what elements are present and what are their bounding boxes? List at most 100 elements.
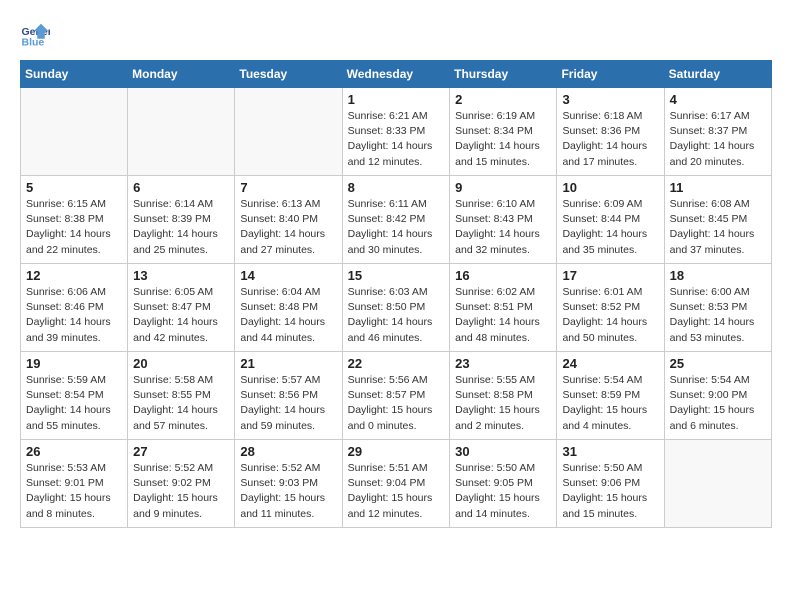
calendar-cell: 28 Sunrise: 5:52 AMSunset: 9:03 PMDayligh…	[235, 440, 342, 528]
logo-icon: General Blue	[20, 20, 50, 50]
day-number: 26	[26, 444, 122, 459]
day-info: Sunrise: 5:56 AMSunset: 8:57 PMDaylight:…	[348, 373, 445, 434]
day-number: 9	[455, 180, 551, 195]
calendar-cell: 22Sunrise: 5:56 AMSunset: 8:57 PMDayligh…	[342, 352, 450, 440]
day-number: 12	[26, 268, 122, 283]
day-number: 15	[348, 268, 445, 283]
day-number: 20	[133, 356, 229, 371]
calendar-cell: 4Sunrise: 6:17 AMSunset: 8:37 PMDaylight…	[664, 88, 771, 176]
calendar-cell: 5 Sunrise: 6:15 AMSunset: 8:38 PMDaylight…	[21, 176, 128, 264]
day-info: Sunrise: 6:03 AMSunset: 8:50 PMDaylight:…	[348, 285, 445, 346]
day-info: Sunrise: 6:05 AMSunset: 8:47 PMDaylight:…	[133, 285, 229, 346]
calendar-cell: 29 Sunrise: 5:51 AMSunset: 9:04 PMDayligh…	[342, 440, 450, 528]
day-number: 27	[133, 444, 229, 459]
day-number: 30	[455, 444, 551, 459]
week-row-2: 5 Sunrise: 6:15 AMSunset: 8:38 PMDaylight…	[21, 176, 772, 264]
calendar-cell: 18 Sunrise: 6:00 AMSunset: 8:53 PMDayligh…	[664, 264, 771, 352]
day-number: 21	[240, 356, 336, 371]
day-info: Sunrise: 6:02 AMSunset: 8:51 PMDaylight:…	[455, 285, 551, 346]
day-info: Sunrise: 6:10 AMSunset: 8:43 PMDaylight:…	[455, 197, 551, 258]
day-number: 7	[240, 180, 336, 195]
day-info: Sunrise: 5:53 AMSunset: 9:01 PMDaylight:…	[26, 461, 122, 522]
day-header-monday: Monday	[128, 61, 235, 88]
day-number: 14	[240, 268, 336, 283]
calendar-cell: 23 Sunrise: 5:55 AMSunset: 8:58 PMDayligh…	[450, 352, 557, 440]
day-number: 16	[455, 268, 551, 283]
calendar-cell: 10Sunrise: 6:09 AMSunset: 8:44 PMDayligh…	[557, 176, 664, 264]
day-info: Sunrise: 6:14 AMSunset: 8:39 PMDaylight:…	[133, 197, 229, 258]
calendar-cell: 9 Sunrise: 6:10 AMSunset: 8:43 PMDaylight…	[450, 176, 557, 264]
day-number: 29	[348, 444, 445, 459]
day-header-wednesday: Wednesday	[342, 61, 450, 88]
day-number: 31	[562, 444, 658, 459]
calendar-cell: 1 Sunrise: 6:21 AMSunset: 8:33 PMDaylight…	[342, 88, 450, 176]
header: General Blue	[20, 20, 772, 50]
day-number: 24	[562, 356, 658, 371]
day-number: 1	[348, 92, 445, 107]
day-number: 6	[133, 180, 229, 195]
day-info: Sunrise: 6:09 AMSunset: 8:44 PMDaylight:…	[562, 197, 658, 258]
calendar-cell: 17 Sunrise: 6:01 AMSunset: 8:52 PMDayligh…	[557, 264, 664, 352]
day-number: 3	[562, 92, 658, 107]
day-info: Sunrise: 6:15 AMSunset: 8:38 PMDaylight:…	[26, 197, 122, 258]
day-info: Sunrise: 6:18 AMSunset: 8:36 PMDaylight:…	[562, 109, 658, 170]
day-header-saturday: Saturday	[664, 61, 771, 88]
calendar: SundayMondayTuesdayWednesdayThursdayFrid…	[20, 60, 772, 528]
calendar-cell: 31Sunrise: 5:50 AMSunset: 9:06 PMDayligh…	[557, 440, 664, 528]
day-info: Sunrise: 5:52 AMSunset: 9:02 PMDaylight:…	[133, 461, 229, 522]
calendar-cell: 21 Sunrise: 5:57 AMSunset: 8:56 PMDayligh…	[235, 352, 342, 440]
calendar-cell: 30Sunrise: 5:50 AMSunset: 9:05 PMDayligh…	[450, 440, 557, 528]
day-header-friday: Friday	[557, 61, 664, 88]
calendar-cell	[21, 88, 128, 176]
day-number: 17	[562, 268, 658, 283]
calendar-cell: 24Sunrise: 5:54 AMSunset: 8:59 PMDayligh…	[557, 352, 664, 440]
calendar-cell: 25Sunrise: 5:54 AMSunset: 9:00 PMDayligh…	[664, 352, 771, 440]
day-info: Sunrise: 6:08 AMSunset: 8:45 PMDaylight:…	[670, 197, 766, 258]
calendar-cell: 13 Sunrise: 6:05 AMSunset: 8:47 PMDayligh…	[128, 264, 235, 352]
calendar-cell: 27 Sunrise: 5:52 AMSunset: 9:02 PMDayligh…	[128, 440, 235, 528]
week-row-3: 12 Sunrise: 6:06 AMSunset: 8:46 PMDayligh…	[21, 264, 772, 352]
day-info: Sunrise: 5:57 AMSunset: 8:56 PMDaylight:…	[240, 373, 336, 434]
day-header-thursday: Thursday	[450, 61, 557, 88]
day-number: 2	[455, 92, 551, 107]
day-number: 5	[26, 180, 122, 195]
calendar-cell: 12 Sunrise: 6:06 AMSunset: 8:46 PMDayligh…	[21, 264, 128, 352]
day-number: 19	[26, 356, 122, 371]
day-info: Sunrise: 5:55 AMSunset: 8:58 PMDaylight:…	[455, 373, 551, 434]
calendar-cell: 26 Sunrise: 5:53 AMSunset: 9:01 PMDayligh…	[21, 440, 128, 528]
day-number: 4	[670, 92, 766, 107]
day-number: 13	[133, 268, 229, 283]
day-info: Sunrise: 6:11 AMSunset: 8:42 PMDaylight:…	[348, 197, 445, 258]
day-info: Sunrise: 6:19 AMSunset: 8:34 PMDaylight:…	[455, 109, 551, 170]
day-number: 8	[348, 180, 445, 195]
week-row-4: 19 Sunrise: 5:59 AMSunset: 8:54 PMDayligh…	[21, 352, 772, 440]
day-info: Sunrise: 5:51 AMSunset: 9:04 PMDaylight:…	[348, 461, 445, 522]
day-info: Sunrise: 5:54 AMSunset: 9:00 PMDaylight:…	[670, 373, 766, 434]
calendar-cell	[128, 88, 235, 176]
day-info: Sunrise: 6:00 AMSunset: 8:53 PMDaylight:…	[670, 285, 766, 346]
calendar-cell: 20Sunrise: 5:58 AMSunset: 8:55 PMDayligh…	[128, 352, 235, 440]
day-number: 28	[240, 444, 336, 459]
calendar-cell: 16 Sunrise: 6:02 AMSunset: 8:51 PMDayligh…	[450, 264, 557, 352]
day-number: 18	[670, 268, 766, 283]
day-info: Sunrise: 6:21 AMSunset: 8:33 PMDaylight:…	[348, 109, 445, 170]
day-header-sunday: Sunday	[21, 61, 128, 88]
day-info: Sunrise: 5:59 AMSunset: 8:54 PMDaylight:…	[26, 373, 122, 434]
calendar-cell: 19 Sunrise: 5:59 AMSunset: 8:54 PMDayligh…	[21, 352, 128, 440]
calendar-cell: 8 Sunrise: 6:11 AMSunset: 8:42 PMDaylight…	[342, 176, 450, 264]
calendar-cell: 14 Sunrise: 6:04 AMSunset: 8:48 PMDayligh…	[235, 264, 342, 352]
calendar-cell: 6 Sunrise: 6:14 AMSunset: 8:39 PMDaylight…	[128, 176, 235, 264]
calendar-cell: 7Sunrise: 6:13 AMSunset: 8:40 PMDaylight…	[235, 176, 342, 264]
calendar-cell: 11 Sunrise: 6:08 AMSunset: 8:45 PMDayligh…	[664, 176, 771, 264]
day-info: Sunrise: 6:01 AMSunset: 8:52 PMDaylight:…	[562, 285, 658, 346]
day-number: 11	[670, 180, 766, 195]
days-header-row: SundayMondayTuesdayWednesdayThursdayFrid…	[21, 61, 772, 88]
day-info: Sunrise: 6:06 AMSunset: 8:46 PMDaylight:…	[26, 285, 122, 346]
day-info: Sunrise: 6:04 AMSunset: 8:48 PMDaylight:…	[240, 285, 336, 346]
logo: General Blue	[20, 20, 50, 50]
calendar-cell: 15 Sunrise: 6:03 AMSunset: 8:50 PMDayligh…	[342, 264, 450, 352]
day-info: Sunrise: 5:52 AMSunset: 9:03 PMDaylight:…	[240, 461, 336, 522]
week-row-1: 1 Sunrise: 6:21 AMSunset: 8:33 PMDaylight…	[21, 88, 772, 176]
day-number: 23	[455, 356, 551, 371]
day-header-tuesday: Tuesday	[235, 61, 342, 88]
